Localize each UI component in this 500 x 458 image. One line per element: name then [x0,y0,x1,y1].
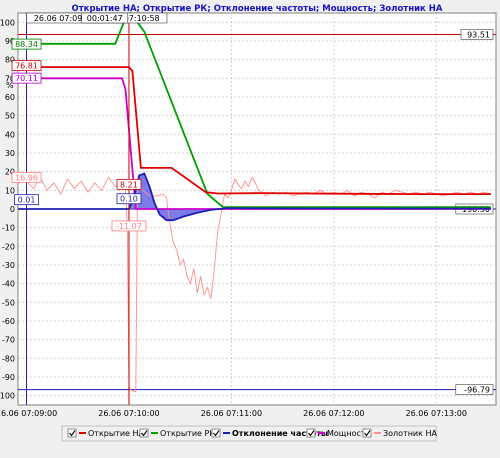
y-tick-label: -70 [2,336,15,345]
y-tick-label: -90 [2,373,15,382]
legend-checkbox [306,428,316,438]
y-tick-label: -30 [2,261,15,270]
chart-panel: Открытие НА; Открытие РК; Отклонение час… [0,0,500,458]
legend-checkbox [362,428,372,438]
x-tick-label: 26.06 07:10:00 [98,409,159,418]
y-tick-label: -60 [2,317,15,326]
y-tick-label: -100 [0,392,15,401]
y-tick-label: 40 [5,130,15,139]
value-tag-label: 16.96 [15,173,38,182]
y-tick-label: 60 [5,93,15,102]
plot-area[interactable]: 1009080706050403020100-10-20-30-40-50-60… [0,11,497,418]
legend-label: Открытие НА [88,429,145,438]
x-tick-label: 26.06 07:13:00 [406,409,467,418]
value-tag-label: 0.01 [18,196,36,205]
y-tick-label: 10 [5,186,15,195]
reference-value-label: 93.51 [467,30,490,39]
y-tick-label: -40 [2,280,15,289]
chart-svg: Открытие НА; Открытие РК; Отклонение час… [0,0,500,458]
legend-checkbox [139,428,149,438]
value-tag-label: 76.81 [15,62,38,71]
x-tick-label: 26.06 07:11:00 [201,409,262,418]
value-tag-label: 8.21 [120,180,138,189]
span-label: 00:01:47 [87,14,123,23]
legend-checkbox [67,428,77,438]
y-tick-label: 50 [5,112,15,121]
legend-checkbox [211,428,221,438]
value-tag-label: 70.11 [15,74,38,83]
value-tag-label: -11.07 [116,222,142,231]
value-tag-label: 0.10 [120,195,138,204]
legend-label: Открытие РК [160,429,215,438]
value-tag-label: 88.34 [15,40,38,49]
y-tick-label: -50 [2,298,15,307]
y-tick-label: 30 [5,149,15,158]
legend-label: Золотник НА [383,429,438,438]
x-tick-label: 26.06 07:12:00 [303,409,364,418]
reference-value-label: -96.79 [464,386,490,395]
y-tick-label: 0 [10,205,15,214]
x-tick-label: 26.06 07:09:00 [0,409,57,418]
y-tick-label: -20 [2,242,15,251]
legend: Открытие НА Открытие РК Отклонение частоты… [61,425,438,442]
y-tick-label: -80 [2,354,15,363]
y-tick-label: 100 [0,18,15,27]
y-tick-label: -10 [2,224,15,233]
